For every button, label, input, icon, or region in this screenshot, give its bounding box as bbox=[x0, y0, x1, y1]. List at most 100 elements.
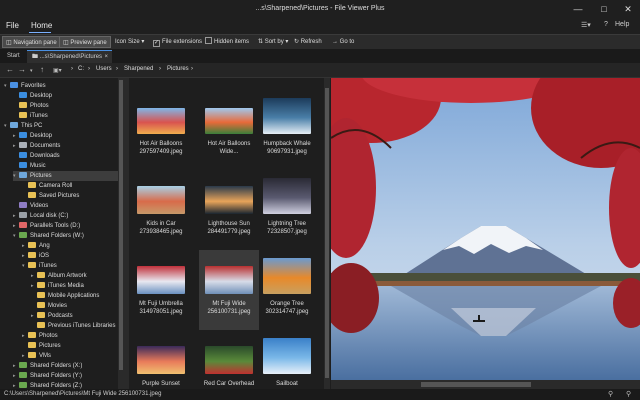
tree-node[interactable]: ▸ Album Artwork bbox=[31, 271, 87, 281]
help-icon[interactable]: ? bbox=[604, 21, 608, 28]
up-icon[interactable]: ↑ bbox=[40, 65, 44, 74]
tree-node[interactable]: Videos bbox=[13, 201, 48, 211]
tree-node[interactable]: ▸ Desktop bbox=[13, 131, 52, 141]
breadcrumb-users[interactable]: Users bbox=[96, 66, 112, 72]
forward-icon[interactable]: → bbox=[18, 65, 26, 74]
close-icon[interactable]: ✕ bbox=[616, 3, 640, 16]
tree-node[interactable]: ▸ Documents bbox=[13, 141, 60, 151]
tab-start[interactable]: Start bbox=[2, 50, 25, 63]
folder-icon bbox=[28, 332, 36, 338]
scrollbar-thumb[interactable] bbox=[325, 88, 329, 378]
tree-node-label: Videos bbox=[30, 203, 49, 209]
tree-node[interactable]: Photos bbox=[13, 101, 49, 111]
folder-icon bbox=[28, 182, 36, 188]
tree-node[interactable]: ▸ Parallels Tools (D:) bbox=[13, 221, 80, 231]
tree-node[interactable]: ▸ Ang bbox=[22, 241, 50, 251]
tree-node[interactable]: ▾ This PC bbox=[4, 121, 42, 131]
go-to-button[interactable]: → Go to bbox=[329, 36, 357, 48]
file-thumbnail[interactable]: Kids in Car 273938465.jpeg bbox=[131, 170, 191, 250]
preview-pane[interactable] bbox=[331, 78, 640, 380]
refresh-icon: ↻ bbox=[294, 39, 301, 45]
sort-by-dropdown[interactable]: ⇅ Sort by ▾ bbox=[255, 36, 291, 48]
file-thumbnail[interactable]: Hot Air Balloons Wide... bbox=[199, 90, 259, 170]
file-thumbnail[interactable]: Orange Tree 302314747.jpeg bbox=[257, 250, 317, 330]
file-thumbnail[interactable]: Mt Fuji Wide 256100731.jpeg bbox=[199, 250, 259, 330]
tree-node[interactable]: ▸ Photos bbox=[22, 331, 58, 341]
tree-node[interactable]: Previous iTunes Libraries bbox=[31, 321, 115, 331]
grid-scrollbar[interactable] bbox=[324, 78, 330, 389]
tree-node[interactable]: ▾ Pictures bbox=[13, 171, 124, 181]
layout-options-icon[interactable]: ☰▾ bbox=[581, 21, 591, 29]
menu-file[interactable]: File bbox=[6, 21, 19, 30]
image-thumbnail bbox=[205, 108, 253, 134]
tree-node[interactable]: Saved Pictures bbox=[22, 191, 79, 201]
tree-node[interactable]: Mobile Applications bbox=[31, 291, 99, 301]
file-thumbnail[interactable]: Humpback Whale 90697931.jpeg bbox=[257, 90, 317, 170]
tree-node[interactable]: ▸ Podcasts bbox=[31, 311, 73, 321]
tree-node[interactable]: Pictures bbox=[22, 341, 61, 351]
file-name: Mt Fuji Wide bbox=[212, 301, 246, 307]
tab-pictures[interactable]: 🖿 ...s\Sharpened\Pictures × bbox=[27, 50, 112, 63]
zoom-icon[interactable]: ⚲ bbox=[608, 390, 613, 398]
file-thumbnail[interactable]: Hot Air Balloons 297597409.jpeg bbox=[131, 90, 191, 170]
minimize-icon[interactable]: — bbox=[566, 3, 590, 16]
tree-node[interactable]: Downloads bbox=[13, 151, 60, 161]
image-thumbnail bbox=[263, 98, 311, 134]
hidden-items-checkbox[interactable]: Hidden items bbox=[202, 36, 252, 48]
scrollbar-thumb[interactable] bbox=[421, 382, 531, 387]
image-thumbnail bbox=[137, 346, 185, 374]
tree-node[interactable]: Desktop bbox=[13, 91, 52, 101]
tree-node-label: Favorites bbox=[21, 83, 46, 89]
preview-scrollbar[interactable] bbox=[331, 380, 640, 389]
menu-home[interactable]: Home bbox=[31, 21, 52, 30]
breadcrumb-pictures[interactable]: Pictures bbox=[167, 66, 189, 72]
tree-node[interactable]: ▸ Shared Folders (Y:) bbox=[13, 371, 82, 381]
back-icon[interactable]: ← bbox=[6, 65, 14, 74]
file-thumbnail[interactable]: Sailboat121813337.jpeg bbox=[257, 330, 317, 389]
tree-node[interactable]: ▾ iTunes bbox=[22, 261, 57, 271]
tree-node[interactable]: ▸ Local disk (C:) bbox=[13, 211, 68, 221]
download-icon bbox=[19, 152, 27, 158]
file-thumbnail[interactable]: Purple Sunset227993781.jpeg bbox=[131, 330, 191, 389]
breadcrumb-separator-icon: › bbox=[88, 66, 90, 72]
status-path: C:\Users\Sharpened\Pictures\Mt Fuji Wide… bbox=[4, 391, 162, 397]
status-bar: C:\Users\Sharpened\Pictures\Mt Fuji Wide… bbox=[0, 389, 640, 400]
tree-node[interactable]: Music bbox=[13, 161, 46, 171]
tree-node[interactable]: ▸ iOS bbox=[22, 251, 49, 261]
tree-node-label: Shared Folders (Y:) bbox=[30, 373, 83, 379]
tree-node[interactable]: ▾ Shared Folders (W:) bbox=[13, 231, 84, 241]
help-button[interactable]: Help bbox=[615, 21, 629, 28]
mt-fuji-preview-image bbox=[331, 78, 640, 380]
icon-size-dropdown[interactable]: Icon Size ▾ bbox=[112, 36, 147, 48]
refresh-button[interactable]: ↻ Refresh bbox=[291, 36, 325, 48]
tree-node[interactable]: ▸ iTunes Media bbox=[31, 281, 84, 291]
file-thumbnail[interactable]: Lighthouse Sun 284491779.jpeg bbox=[199, 170, 259, 250]
file-extensions-checkbox[interactable]: ✓ File extensions bbox=[150, 36, 205, 48]
image-thumbnail bbox=[137, 186, 185, 214]
file-thumbnail[interactable]: Red Car Overhead292831340.jpeg bbox=[199, 330, 259, 389]
file-thumbnail[interactable]: Mt Fuji Umbrella 314978051.jpeg bbox=[131, 250, 191, 330]
scrollbar-thumb[interactable] bbox=[119, 80, 123, 370]
tree-node[interactable]: Movies bbox=[31, 301, 67, 311]
file-thumbnail[interactable]: Lightning Tree 72328507.jpeg bbox=[257, 170, 317, 250]
preview-pane-button[interactable]: ◫ Preview pane bbox=[59, 36, 111, 48]
file-name: Hot Air Balloons bbox=[207, 141, 251, 147]
history-dropdown-icon[interactable]: ▾ bbox=[30, 68, 33, 74]
tree-node[interactable]: Camera Roll bbox=[22, 181, 72, 191]
folder-icon bbox=[19, 92, 27, 98]
navigation-pane-button[interactable]: ◫ Navigation pane bbox=[2, 36, 61, 48]
file-name: Orange Tree bbox=[270, 301, 304, 307]
tree-node[interactable]: iTunes bbox=[13, 111, 48, 121]
zoom-out-icon[interactable]: ⚲ bbox=[626, 390, 631, 398]
tree-node[interactable]: ▸ Shared Folders (Z:) bbox=[13, 381, 82, 389]
tree-node[interactable]: ▸ Shared Folders (X:) bbox=[13, 361, 82, 371]
computer-icon[interactable]: ▣▾ bbox=[53, 67, 62, 74]
tree-node-label: iTunes bbox=[39, 263, 57, 269]
breadcrumb-drive[interactable]: C: bbox=[78, 66, 84, 72]
maximize-icon[interactable]: □ bbox=[592, 3, 616, 16]
tree-node[interactable]: ▾ Favorites bbox=[4, 81, 46, 91]
tree-node-label: This PC bbox=[21, 123, 43, 129]
tree-node[interactable]: ▸ VMs bbox=[22, 351, 51, 361]
tree-node-label: Local disk (C:) bbox=[30, 213, 69, 219]
breadcrumb-sharpened[interactable]: Sharpened bbox=[124, 66, 153, 72]
